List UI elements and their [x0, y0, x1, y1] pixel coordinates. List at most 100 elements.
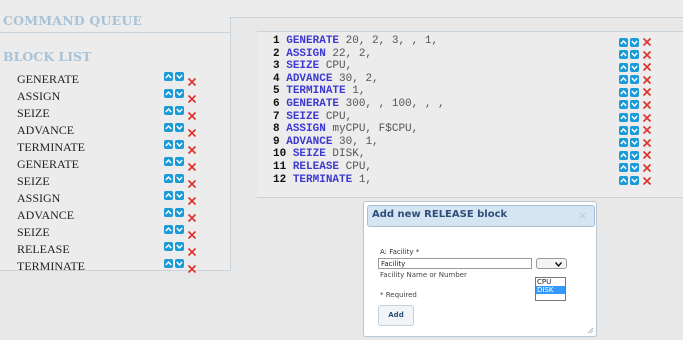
chevron-down-icon[interactable]: [175, 106, 184, 115]
chevron-up-icon[interactable]: [164, 259, 173, 268]
chevron-down-icon[interactable]: [630, 62, 639, 72]
resize-grip-icon[interactable]: [586, 326, 594, 334]
close-icon[interactable]: [187, 242, 197, 256]
close-icon[interactable]: [642, 75, 652, 85]
line-controls: [619, 125, 652, 135]
chevron-up-icon[interactable]: [619, 176, 628, 186]
line-number: 2: [273, 47, 280, 60]
close-icon[interactable]: [187, 208, 197, 222]
chevron-down-icon[interactable]: [175, 123, 184, 132]
chevron-down-icon[interactable]: [630, 37, 639, 47]
chevron-up-icon[interactable]: [619, 50, 628, 60]
close-icon[interactable]: [642, 138, 652, 148]
chevron-up-icon[interactable]: [619, 75, 628, 85]
close-icon[interactable]: [187, 225, 197, 239]
chevron-down-icon[interactable]: [175, 208, 184, 217]
close-icon[interactable]: [642, 113, 652, 123]
close-icon[interactable]: [187, 89, 197, 103]
close-icon[interactable]: [642, 163, 652, 173]
left-panel: COMMAND QUEUE BLOCK LIST GENERATE ASSIGN S…: [0, 0, 231, 273]
chevron-up-icon[interactable]: [164, 157, 173, 166]
chevron-up-icon[interactable]: [164, 106, 173, 115]
chevron-up-icon[interactable]: [164, 140, 173, 149]
chevron-up-icon[interactable]: [619, 163, 628, 173]
dialog-header[interactable]: Add new RELEASE block ×: [367, 205, 595, 227]
chevron-down-icon[interactable]: [630, 176, 639, 186]
close-icon[interactable]: [642, 50, 652, 60]
chevron-up-icon[interactable]: [164, 191, 173, 200]
chevron-up-icon[interactable]: [164, 89, 173, 98]
chevron-down-icon[interactable]: [175, 191, 184, 200]
add-button[interactable]: Add: [378, 305, 414, 326]
chevron-up-icon[interactable]: [619, 87, 628, 97]
close-icon[interactable]: [187, 123, 197, 137]
close-icon[interactable]: [642, 100, 652, 110]
code-line: 11 RELEASE CPU,: [273, 161, 673, 174]
line-controls: [619, 163, 652, 173]
chevron-down-icon[interactable]: [630, 75, 639, 85]
line-controls: [619, 50, 652, 60]
close-icon[interactable]: [642, 87, 652, 97]
block-list-item: ASSIGN: [17, 187, 227, 205]
block-name: GENERATE: [17, 72, 79, 86]
close-icon[interactable]: [187, 140, 197, 154]
close-icon[interactable]: [642, 37, 652, 47]
close-icon[interactable]: [642, 62, 652, 72]
line-number: 12: [273, 173, 287, 186]
close-icon[interactable]: [187, 72, 197, 86]
close-icon[interactable]: ×: [578, 209, 587, 222]
chevron-down-icon[interactable]: [175, 225, 184, 234]
code-line: 9 ADVANCE 30, 1,: [273, 136, 673, 149]
close-icon[interactable]: [187, 259, 197, 273]
dropdown-option[interactable]: DISK: [536, 286, 565, 294]
block-list-item: ADVANCE: [17, 204, 227, 222]
chevron-down-icon[interactable]: [630, 50, 639, 60]
chevron-down-icon[interactable]: [630, 100, 639, 110]
chevron-up-icon[interactable]: [164, 72, 173, 81]
dropdown-option[interactable]: CPU: [536, 278, 565, 286]
chevron-down-icon[interactable]: [175, 259, 184, 268]
chevron-up-icon[interactable]: [164, 225, 173, 234]
chevron-down-icon[interactable]: [175, 72, 184, 81]
chevron-down-icon[interactable]: [175, 157, 184, 166]
chevron-down-icon[interactable]: [630, 113, 639, 123]
block-name: GENERATE: [17, 157, 79, 171]
close-icon[interactable]: [187, 106, 197, 120]
chevron-up-icon[interactable]: [164, 208, 173, 217]
chevron-up-icon[interactable]: [619, 62, 628, 72]
close-icon[interactable]: [642, 176, 652, 186]
chevron-up-icon[interactable]: [619, 37, 628, 47]
chevron-up-icon[interactable]: [619, 150, 628, 160]
chevron-up-icon[interactable]: [619, 100, 628, 110]
facility-select[interactable]: [536, 258, 567, 269]
chevron-down-icon[interactable]: [630, 150, 639, 160]
chevron-down-icon[interactable]: [175, 242, 184, 251]
chevron-down-icon[interactable]: [630, 163, 639, 173]
chevron-up-icon[interactable]: [619, 125, 628, 135]
block-name: SEIZE: [17, 225, 50, 239]
close-icon[interactable]: [187, 157, 197, 171]
chevron-up-icon[interactable]: [619, 113, 628, 123]
chevron-down-icon[interactable]: [175, 89, 184, 98]
line-controls: [619, 87, 652, 97]
chevron-down-icon[interactable]: [630, 138, 639, 148]
chevron-up-icon[interactable]: [164, 174, 173, 183]
chevron-down-icon[interactable]: [630, 87, 639, 97]
block-keyword: TERMINATE: [286, 85, 346, 98]
facility-input[interactable]: Facility: [378, 258, 532, 269]
chevron-up-icon[interactable]: [164, 123, 173, 132]
chevron-down-icon[interactable]: [175, 174, 184, 183]
line-controls: [619, 113, 652, 123]
chevron-up-icon[interactable]: [619, 138, 628, 148]
chevron-up-icon[interactable]: [164, 242, 173, 251]
chevron-down-icon[interactable]: [630, 125, 639, 135]
block-controls: [164, 241, 197, 256]
chevron-down-icon[interactable]: [175, 140, 184, 149]
code-line: 4 ADVANCE 30, 2,: [273, 73, 673, 86]
close-icon[interactable]: [642, 150, 652, 160]
block-list-item: GENERATE: [17, 68, 227, 86]
close-icon[interactable]: [187, 191, 197, 205]
block-list-item: ADVANCE: [17, 119, 227, 137]
close-icon[interactable]: [642, 125, 652, 135]
close-icon[interactable]: [187, 174, 197, 188]
